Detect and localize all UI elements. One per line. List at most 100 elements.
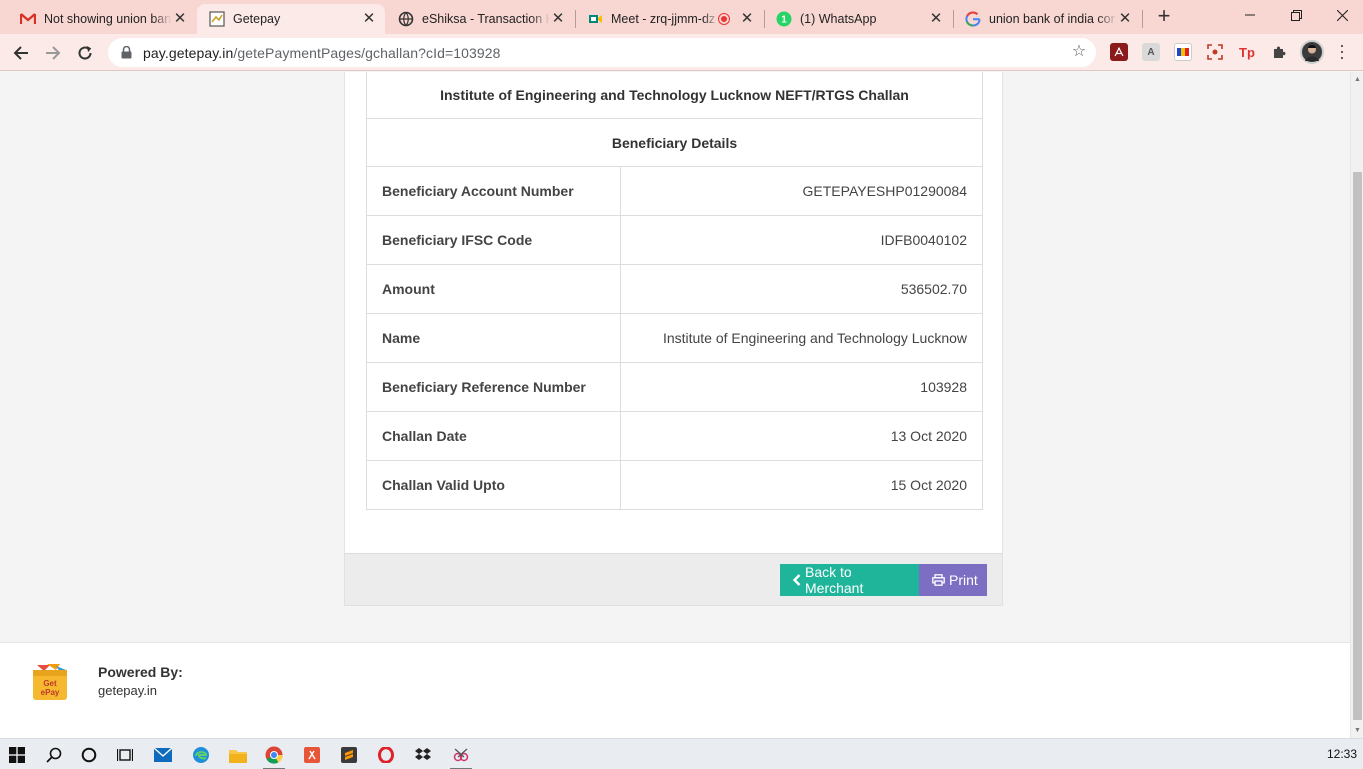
extension-a-icon[interactable]: A	[1142, 43, 1160, 61]
tab-whatsapp[interactable]: 1 (1) WhatsApp ✕	[764, 4, 952, 34]
row-label: Amount	[366, 264, 621, 314]
sublime-text-icon[interactable]	[336, 742, 362, 768]
minimize-button[interactable]	[1227, 0, 1273, 30]
minimize-icon	[1245, 14, 1255, 16]
browser-menu-icon[interactable]: · · ·	[1336, 36, 1348, 66]
page-scrollbar[interactable]: ▲ ▼	[1350, 72, 1363, 738]
challan-title: Institute of Engineering and Technology …	[366, 72, 983, 119]
windows-taskbar: 12:33	[0, 738, 1363, 769]
arrow-left-icon	[13, 46, 28, 60]
row-value: 15 Oct 2020	[620, 460, 983, 510]
reload-button[interactable]	[71, 39, 99, 67]
task-view-icon[interactable]	[112, 742, 138, 768]
back-to-merchant-button[interactable]: Back to Merchant	[780, 564, 919, 596]
row-label: Challan Date	[366, 411, 621, 461]
scroll-down-icon[interactable]: ▼	[1353, 726, 1362, 735]
app-red-icon[interactable]	[299, 742, 325, 768]
address-bar[interactable]: pay.getepay.in/getePaymentPages/gchallan…	[108, 38, 1096, 67]
table-row: Beneficiary Reference Number 103928	[366, 362, 983, 412]
reload-icon	[78, 46, 92, 60]
page-footer: Get ePay Powered By: getepay.in	[0, 642, 1350, 738]
forward-nav-button[interactable]	[39, 39, 67, 67]
acrobat-extension-icon[interactable]	[1110, 43, 1128, 61]
close-icon[interactable]: ✕	[361, 11, 377, 27]
row-label: Beneficiary IFSC Code	[366, 215, 621, 265]
close-icon[interactable]: ✕	[550, 11, 566, 27]
table-row: Challan Valid Upto 15 Oct 2020	[366, 460, 983, 510]
row-label: Beneficiary Account Number	[366, 166, 621, 216]
logo-text: Get	[43, 679, 57, 688]
row-value: 13 Oct 2020	[620, 411, 983, 461]
start-windows-icon[interactable]	[4, 742, 30, 768]
row-value: GETEPAYESHP01290084	[620, 166, 983, 216]
table-row: Beneficiary IFSC Code IDFB0040102	[366, 215, 983, 265]
row-value: Institute of Engineering and Technology …	[620, 313, 983, 363]
url-path: /getePaymentPages/gchallan?cId=103928	[233, 44, 501, 61]
tab-getepay[interactable]: Getepay ✕	[197, 4, 385, 34]
close-icon[interactable]: ✕	[928, 11, 944, 27]
file-explorer-icon[interactable]	[225, 742, 251, 768]
meet-icon	[587, 11, 603, 27]
tab-eshiksa[interactable]: eShiksa - Transaction H ✕	[386, 4, 574, 34]
row-label: Name	[366, 313, 621, 363]
tab-divider	[1142, 10, 1143, 28]
section-heading-row: Beneficiary Details	[366, 118, 983, 167]
row-value: IDFB0040102	[620, 215, 983, 265]
row-label: Challan Valid Upto	[366, 460, 621, 510]
extension-flag-icon[interactable]	[1174, 43, 1192, 61]
extensions-puzzle-icon[interactable]	[1270, 43, 1288, 61]
mail-app-icon[interactable]	[150, 742, 176, 768]
challan-card: Institute of Engineering and Technology …	[344, 72, 1003, 606]
url-host: pay.getepay.in	[143, 44, 234, 61]
restore-icon	[1290, 9, 1302, 21]
tab-divider	[575, 10, 576, 28]
section-heading: Beneficiary Details	[366, 118, 983, 167]
dropbox-icon[interactable]	[410, 742, 436, 768]
profile-avatar[interactable]	[1300, 40, 1324, 64]
table-row: Name Institute of Engineering and Techno…	[366, 313, 983, 363]
cortana-icon[interactable]	[76, 742, 102, 768]
getepay-icon	[209, 11, 225, 27]
tab-title: eShiksa - Transaction H	[422, 12, 550, 26]
table-row: Amount 536502.70	[366, 264, 983, 314]
tab-gmail[interactable]: Not showing union ban ✕	[8, 4, 196, 34]
chrome-icon[interactable]	[261, 742, 287, 769]
new-tab-button[interactable]: +	[1151, 5, 1177, 28]
close-window-button[interactable]	[1319, 0, 1363, 30]
snipping-tool-icon[interactable]	[448, 742, 474, 769]
row-value: 536502.70	[620, 264, 983, 314]
scroll-up-icon[interactable]: ▲	[1353, 75, 1362, 84]
tab-google-search[interactable]: union bank of india cor ✕	[953, 4, 1141, 34]
print-label: Print	[949, 572, 978, 588]
powered-by-label: Powered By:	[98, 664, 183, 680]
site-link[interactable]: getepay.in	[98, 683, 157, 698]
scrollbar-thumb[interactable]	[1353, 172, 1362, 720]
page-viewport: Institute of Engineering and Technology …	[0, 72, 1350, 738]
tab-title: Not showing union ban	[44, 12, 172, 26]
logo-text: ePay	[41, 688, 60, 697]
close-icon[interactable]: ✕	[172, 11, 188, 27]
print-icon	[932, 574, 945, 586]
arrow-right-icon	[46, 46, 61, 60]
getepay-logo: Get ePay	[30, 662, 70, 702]
tab-title: Getepay	[233, 12, 281, 26]
screen-capture-extension-icon[interactable]	[1206, 43, 1224, 61]
bookmark-star-icon[interactable]: ☆	[1070, 44, 1088, 62]
search-icon[interactable]	[41, 742, 67, 768]
taskbar-clock[interactable]: 12:33	[1327, 747, 1357, 761]
back-to-merchant-label: Back to Merchant	[805, 564, 864, 596]
close-icon[interactable]: ✕	[739, 11, 755, 27]
tab-meet[interactable]: Meet - zrq-jjmm-dz ✕	[575, 4, 763, 34]
opera-icon[interactable]	[373, 742, 399, 768]
lock-icon[interactable]	[119, 46, 133, 60]
close-icon[interactable]: ✕	[1117, 11, 1133, 27]
svg-text:1: 1	[781, 15, 787, 26]
tp-extension-icon[interactable]: Tp	[1238, 43, 1256, 61]
edge-icon[interactable]	[188, 742, 214, 768]
back-nav-button[interactable]	[7, 39, 35, 67]
tab-divider	[953, 10, 954, 28]
print-button[interactable]: Print	[919, 564, 987, 596]
restore-button[interactable]	[1273, 0, 1319, 30]
tab-title: Meet - zrq-jjmm-dz	[611, 12, 716, 26]
chevron-left-icon	[793, 574, 801, 586]
